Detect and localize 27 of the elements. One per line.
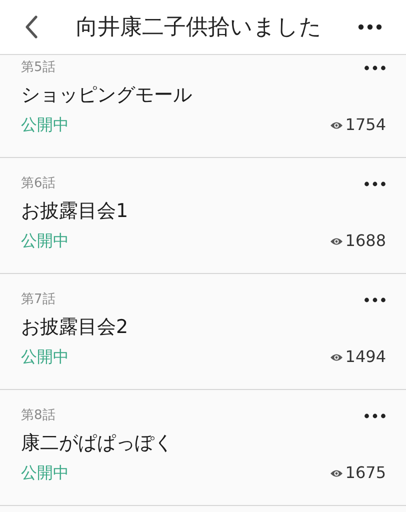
eye-icon xyxy=(330,352,344,362)
status-label: 公開中 xyxy=(21,114,69,136)
status-label: 公開中 xyxy=(21,346,69,368)
view-count: 1754 xyxy=(345,114,386,136)
view-count: 1675 xyxy=(345,462,386,484)
view-count: 1494 xyxy=(345,346,386,368)
more-icon[interactable] xyxy=(364,297,386,303)
episode-title: お披露目会1 xyxy=(21,199,130,224)
more-icon[interactable] xyxy=(364,181,386,187)
episode-title: お披露目会2 xyxy=(21,315,130,340)
more-icon[interactable] xyxy=(364,413,386,419)
more-icon[interactable] xyxy=(364,65,386,71)
back-icon[interactable] xyxy=(24,15,38,39)
episode-number: 第5話 xyxy=(21,59,56,77)
eye-icon xyxy=(330,468,344,478)
episode-title: 康二がぱぱっぽく xyxy=(21,431,174,456)
status-label: 公開中 xyxy=(21,462,69,484)
eye-icon xyxy=(330,236,344,246)
more-icon[interactable] xyxy=(358,24,382,30)
status-label: 公開中 xyxy=(21,230,69,252)
eye-icon xyxy=(330,120,344,130)
episode-number: 第6話 xyxy=(21,175,56,193)
episode-number: 第8話 xyxy=(21,407,56,425)
view-count: 1688 xyxy=(345,230,386,252)
page-title: 向井康二子供拾いました xyxy=(76,14,322,42)
episode-number: 第7話 xyxy=(21,291,56,309)
episode-title: ショッピングモール xyxy=(21,83,193,108)
